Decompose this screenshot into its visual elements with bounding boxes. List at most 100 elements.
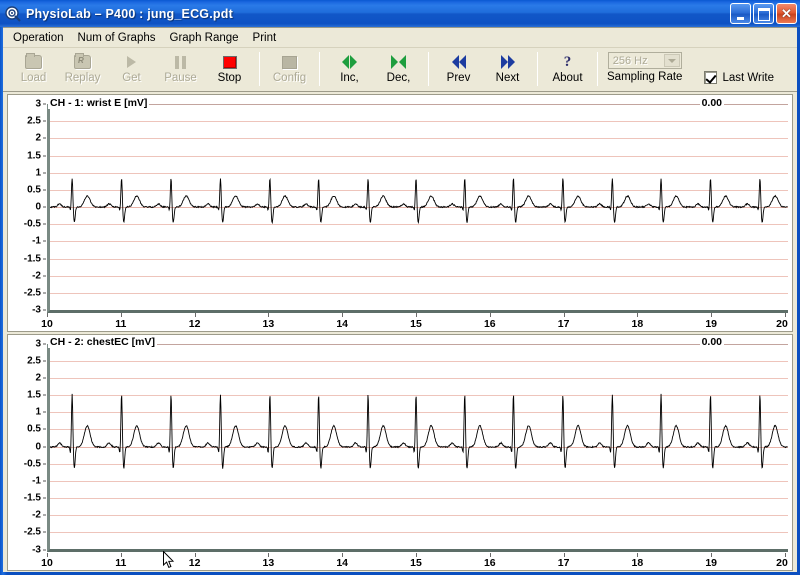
y-tick-label: -1.5	[23, 492, 41, 504]
y-tick-label: -0.5	[23, 218, 41, 230]
prev-button[interactable]: Prev	[434, 50, 483, 90]
y-tick-mark	[43, 172, 46, 174]
replay-folder-icon	[72, 53, 94, 71]
load-button[interactable]: Load	[9, 50, 58, 90]
y-tick-label: 3	[35, 338, 41, 349]
x-tick-label: 17	[557, 557, 570, 569]
x-tick-label: 12	[188, 557, 201, 569]
y-tick-label: -2	[32, 509, 41, 521]
x-tick-label: 14	[336, 557, 349, 569]
y-tick-mark	[43, 411, 46, 413]
dec-button[interactable]: Dec,	[374, 50, 423, 90]
toolbar-separator-3	[428, 52, 429, 86]
y-tick-label: -1	[32, 475, 41, 487]
toolbar-separator-2	[319, 52, 320, 86]
client-area: Operation Num of Graphs Graph Range Prin…	[3, 27, 797, 572]
question-mark-icon: ?	[563, 53, 572, 70]
y-tick-mark	[43, 446, 46, 447]
close-icon: ✕	[781, 6, 792, 21]
x-tick-label: 10	[41, 557, 53, 569]
config-button-label: Config	[272, 72, 307, 84]
dec-button-label: Dec,	[386, 72, 411, 84]
minimize-button[interactable]	[730, 3, 751, 24]
maximize-button[interactable]	[753, 3, 774, 24]
y-tick-mark	[43, 120, 46, 122]
double-chevron-left-icon	[448, 53, 470, 71]
x-tick-label: 18	[631, 317, 644, 330]
inc-button-label: Inc,	[340, 72, 359, 84]
sampling-rate-group: 256 Hz Sampling Rate	[607, 50, 682, 83]
window-title: PhysioLab – P400 : jung_ECG.pdt	[26, 6, 233, 21]
chevron-down-icon[interactable]	[663, 54, 680, 67]
pause-button-label: Pause	[164, 72, 197, 84]
y-tick-mark	[43, 103, 46, 105]
stop-button[interactable]: Stop	[205, 50, 254, 90]
toolbar-separator-5	[597, 52, 598, 86]
x-tick-label: 15	[410, 317, 422, 330]
x-tick-label: 18	[631, 557, 644, 569]
menu-item-print[interactable]: Print	[246, 30, 284, 46]
menu-item-num-of-graphs[interactable]: Num of Graphs	[71, 30, 163, 46]
x-tick-mark	[47, 552, 48, 557]
close-button[interactable]: ✕	[776, 3, 797, 24]
x-tick-mark	[563, 313, 565, 317]
x-tick-mark	[120, 552, 122, 557]
x-tick-label: 13	[262, 317, 275, 330]
x-tick-mark	[416, 313, 417, 317]
y-tick-mark	[43, 223, 46, 225]
x-tick-mark	[342, 552, 344, 557]
pause-button[interactable]: Pause	[156, 50, 205, 90]
x-tick-label: 19	[705, 557, 718, 569]
get-button[interactable]: Get	[107, 50, 156, 90]
next-button[interactable]: Next	[483, 50, 532, 90]
application-window: PhysioLab – P400 : jung_ECG.pdt ✕ Operat…	[0, 0, 800, 575]
x-tick-label: 20	[776, 317, 788, 330]
x-tick-mark	[637, 552, 639, 557]
plot-area-ch2[interactable]	[47, 343, 788, 552]
menu-item-graph-range[interactable]: Graph Range	[163, 30, 246, 46]
config-button[interactable]: Config	[265, 50, 314, 90]
replay-button[interactable]: Replay	[58, 50, 107, 90]
x-tick-mark	[194, 313, 196, 317]
sampling-rate-value: 256 Hz	[612, 54, 648, 67]
x-tick-label: 16	[483, 317, 496, 330]
toolbar-separator-4	[537, 52, 538, 86]
y-tick-label: 1	[35, 406, 41, 418]
pause-icon	[170, 53, 192, 71]
collapse-arrows-icon	[388, 53, 410, 71]
y-tick-mark	[43, 155, 46, 156]
about-button[interactable]: ? About	[543, 50, 592, 90]
x-tick-mark	[711, 313, 713, 317]
y-tick-label: 1.5	[27, 150, 41, 161]
plot-area-ch1[interactable]	[47, 104, 788, 313]
chart-panel-ch1[interactable]: CH - 1: wrist E [mV] 0.00 3 2.5 2 1.5 1 0.5 0-…	[7, 94, 793, 332]
x-tick-label: 10	[41, 317, 53, 330]
x-tick-mark	[268, 313, 270, 317]
chart-panel-ch2[interactable]: CH - 2: chestEC [mV] 0.00 3 2.5 2 1.5 1 0.5 0-…	[7, 333, 793, 571]
y-tick-mark	[43, 531, 46, 533]
x-tick-mark	[47, 313, 48, 317]
x-tick-mark	[416, 552, 417, 557]
menu-item-operation[interactable]: Operation	[6, 30, 71, 46]
replay-button-label: Replay	[64, 72, 101, 84]
y-tick-label: -3	[32, 304, 41, 316]
x-tick-label: 13	[262, 557, 275, 569]
sampling-rate-select[interactable]: 256 Hz	[607, 52, 682, 69]
load-button-label: Load	[20, 72, 47, 84]
x-tick-mark	[489, 552, 491, 557]
x-tick-mark	[342, 313, 344, 317]
double-chevron-right-icon	[497, 53, 519, 71]
last-write-group[interactable]: Last Write	[704, 71, 774, 84]
y-tick-label: 2.5	[27, 355, 41, 367]
x-tick-mark	[785, 313, 786, 317]
y-tick-label: 0.5	[27, 423, 41, 435]
next-button-label: Next	[495, 72, 520, 84]
y-tick-label: -2	[32, 270, 41, 282]
y-tick-mark	[43, 292, 46, 294]
y-tick-mark	[43, 497, 46, 499]
y-tick-label: -0.5	[23, 458, 41, 470]
y-tick-label: 1.5	[27, 389, 41, 401]
toolbar-separator-1	[259, 52, 260, 86]
inc-button[interactable]: Inc,	[325, 50, 374, 90]
last-write-checkbox[interactable]	[704, 71, 718, 84]
